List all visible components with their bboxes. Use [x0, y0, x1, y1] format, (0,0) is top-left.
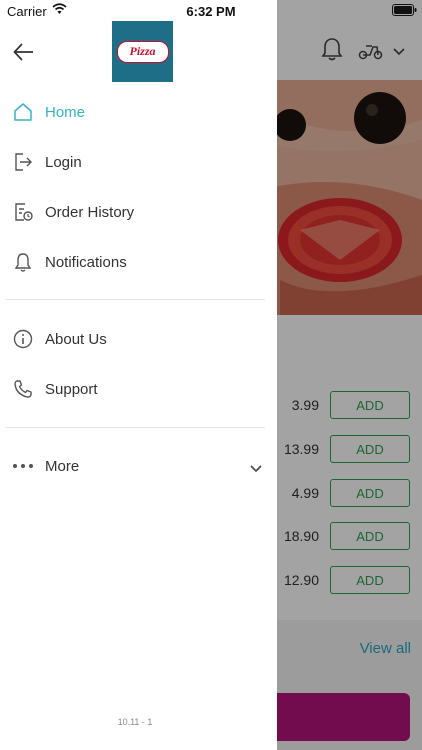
chevron-down-icon — [250, 461, 262, 473]
side-drawer: Pizza Home Login Order History Notificat… — [0, 0, 277, 750]
info-icon — [12, 328, 34, 350]
logo-badge: Pizza — [116, 40, 169, 63]
status-bar: Carrier 6:32 PM — [0, 0, 422, 22]
restaurant-logo: Pizza — [112, 21, 173, 82]
menu-item-home[interactable]: Home — [0, 92, 277, 132]
order-history-icon — [12, 201, 34, 223]
menu-item-more[interactable]: More — [0, 446, 277, 486]
menu-item-about-us[interactable]: About Us — [0, 319, 277, 359]
more-dots-icon — [12, 455, 34, 477]
menu-divider — [6, 299, 265, 300]
menu-item-label: Order History — [45, 203, 135, 221]
menu-divider — [6, 427, 265, 428]
battery-icon — [392, 4, 417, 16]
back-arrow-icon[interactable] — [13, 42, 35, 62]
menu-item-label: Notifications — [45, 253, 127, 271]
clock-time: 6:32 PM — [186, 4, 236, 19]
menu-item-support[interactable]: Support — [0, 369, 277, 409]
menu-item-login[interactable]: Login — [0, 142, 277, 182]
menu-item-label: Login — [45, 153, 82, 171]
menu-item-label: Support — [45, 380, 98, 398]
phone-icon — [12, 378, 34, 400]
menu-item-label: More — [45, 457, 80, 475]
menu-item-order-history[interactable]: Order History — [0, 192, 277, 232]
home-icon — [12, 101, 34, 123]
menu-item-notifications[interactable]: Notifications — [0, 242, 277, 282]
login-icon — [12, 151, 34, 173]
logo-text: Pizza — [129, 44, 156, 58]
app-version: 10.11 - 1 — [117, 717, 153, 727]
menu-item-label: Home — [45, 103, 86, 121]
menu-item-label: About Us — [45, 330, 107, 348]
bell-icon — [12, 251, 34, 273]
